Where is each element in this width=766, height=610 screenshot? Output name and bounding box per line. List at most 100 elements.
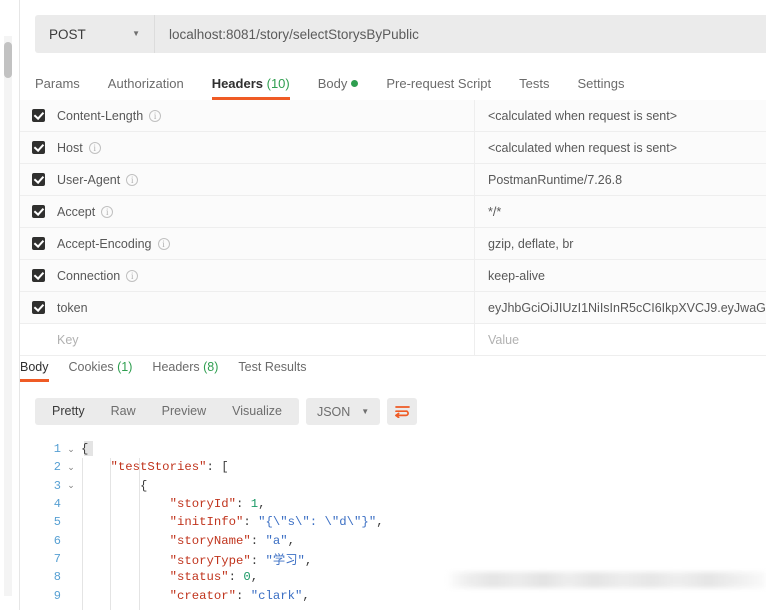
header-key-text: Accept-Encoding [57, 237, 152, 251]
checkbox-checked-icon[interactable] [32, 269, 45, 282]
http-method-label: POST [49, 27, 86, 42]
header-value-cell[interactable]: Value [475, 324, 766, 356]
code-line-content: { [81, 479, 147, 493]
request-tab-count: (10) [263, 76, 290, 91]
header-row[interactable]: Accepti */* [20, 196, 766, 228]
header-key-cell[interactable]: token [57, 292, 475, 324]
response-tabs: Body Cookies (1) Headers (8) Test Results [20, 360, 755, 386]
view-mode-preview[interactable]: Preview [149, 398, 219, 425]
response-tab-test-results[interactable]: Test Results [238, 360, 306, 382]
code-line-content: "initInfo": "{\"s\": \"d\"}", [81, 515, 384, 529]
left-scrollbar-thumb[interactable] [4, 42, 12, 78]
request-tab-label: Body [318, 76, 348, 91]
header-key-text: Accept [57, 205, 95, 219]
header-key-text: Key [57, 333, 79, 347]
checkbox-checked-icon[interactable] [32, 301, 45, 314]
code-line-content: "creator": "clark", [81, 589, 310, 603]
header-enabled-checkbox-cell[interactable] [20, 109, 57, 122]
headers-table: Content-Lengthi<calculated when request … [20, 100, 766, 356]
header-key-cell[interactable]: User-Agent i [57, 164, 475, 196]
code-line-number: 4 [35, 497, 61, 511]
header-key-cell[interactable]: Hosti [57, 132, 475, 164]
header-row[interactable]: Content-Lengthi <calculated when request … [20, 100, 766, 132]
wrap-text-icon [395, 405, 410, 418]
header-value-text: <calculated when request is sent> [488, 109, 677, 123]
request-tab-label: Tests [519, 76, 549, 91]
info-icon[interactable]: i [126, 174, 138, 186]
header-enabled-checkbox-cell[interactable] [20, 205, 57, 218]
info-icon[interactable]: i [126, 270, 138, 282]
checkbox-checked-icon[interactable] [32, 173, 45, 186]
request-tab-headers[interactable]: Headers (10) [212, 76, 290, 100]
view-mode-raw[interactable]: Raw [98, 398, 149, 425]
code-line: 4 "storyId": 1, [35, 495, 750, 513]
request-tab-authorization[interactable]: Authorization [108, 76, 184, 100]
response-tab-count: (8) [200, 360, 219, 374]
header-value-cell[interactable]: <calculated when request is sent> [475, 100, 766, 132]
body-present-dot-icon [351, 80, 358, 87]
code-line-content: "status": 0, [81, 570, 258, 584]
header-row[interactable]: Connectionikeep-alive [20, 260, 766, 292]
info-icon[interactable]: i [89, 142, 101, 154]
code-line: 9 "creator": "clark", [35, 586, 750, 604]
response-format-selector[interactable]: JSON ▼ [306, 398, 380, 425]
response-tab-cookies[interactable]: Cookies (1) [69, 360, 133, 382]
response-tab-headers[interactable]: Headers (8) [152, 360, 218, 382]
request-tab-params[interactable]: Params [35, 76, 80, 100]
header-key-cell[interactable]: Connectioni [57, 260, 475, 292]
header-key-cell[interactable]: Accepti [57, 196, 475, 228]
response-tab-label: Cookies [69, 360, 114, 374]
request-tab-body[interactable]: Body [318, 76, 359, 100]
request-url-input[interactable]: localhost:8081/story/selectStorysByPubli… [155, 15, 766, 53]
header-row[interactable]: User-Agent i PostmanRuntime/7.26.8 [20, 164, 766, 196]
header-enabled-checkbox-cell[interactable] [20, 141, 57, 154]
request-tab-settings[interactable]: Settings [577, 76, 624, 100]
info-icon[interactable]: i [101, 206, 113, 218]
header-key-cell[interactable]: Accept-Encoding i [57, 228, 475, 260]
info-icon[interactable]: i [149, 110, 161, 122]
header-value-cell[interactable]: <calculated when request is sent> [475, 132, 766, 164]
header-row[interactable]: Accept-Encoding i gzip, deflate, br [20, 228, 766, 260]
header-value-cell[interactable]: gzip, deflate, br [475, 228, 766, 260]
chevron-down-icon[interactable]: ⌄ [61, 462, 81, 473]
code-line-number: 8 [35, 570, 61, 584]
request-tab-pre-request-script[interactable]: Pre-request Script [386, 76, 491, 100]
header-enabled-checkbox-cell[interactable] [20, 173, 57, 186]
header-enabled-checkbox-cell[interactable] [20, 301, 57, 314]
header-key-cell[interactable]: Content-Lengthi [57, 100, 475, 132]
header-value-cell[interactable]: */* [475, 196, 766, 228]
view-mode-pretty[interactable]: Pretty [39, 398, 98, 425]
chevron-down-icon[interactable]: ⌄ [61, 480, 81, 491]
info-icon[interactable]: i [158, 238, 170, 250]
header-key-text: User-Agent [57, 173, 120, 187]
header-row[interactable]: Key Value [20, 324, 766, 356]
checkbox-checked-icon[interactable] [32, 205, 45, 218]
checkbox-checked-icon[interactable] [32, 141, 45, 154]
chevron-down-icon[interactable]: ⌄ [61, 444, 81, 455]
header-enabled-checkbox-cell[interactable] [20, 269, 57, 282]
header-enabled-checkbox-cell[interactable] [20, 237, 57, 250]
request-tab-label: Pre-request Script [386, 76, 491, 91]
code-line-number: 5 [35, 515, 61, 529]
postman-window: POST ▼ localhost:8081/story/selectStorys… [0, 0, 766, 610]
view-mode-visualize[interactable]: Visualize [219, 398, 295, 425]
checkbox-checked-icon[interactable] [32, 109, 45, 122]
request-tab-tests[interactable]: Tests [519, 76, 549, 100]
checkbox-checked-icon[interactable] [32, 237, 45, 250]
code-line-number: 6 [35, 534, 61, 548]
header-key-cell[interactable]: Key [57, 324, 475, 356]
header-value-text: */* [488, 205, 501, 219]
left-scrollbar-track[interactable] [4, 36, 12, 596]
code-line-number: 9 [35, 589, 61, 603]
response-tab-body[interactable]: Body [20, 360, 49, 382]
header-value-cell[interactable]: eyJhbGciOiJIUzI1NiIsInR5cCI6IkpXVCJ9.eyJ… [475, 292, 766, 324]
header-value-cell[interactable]: PostmanRuntime/7.26.8 [475, 164, 766, 196]
wrap-text-button[interactable] [387, 398, 417, 425]
code-line-content: "testStories": [ [81, 460, 229, 474]
http-method-selector[interactable]: POST ▼ [35, 15, 155, 53]
response-tab-label: Headers [152, 360, 199, 374]
header-key-text: Host [57, 141, 83, 155]
header-row[interactable]: Hosti<calculated when request is sent> [20, 132, 766, 164]
header-row[interactable]: tokeneyJhbGciOiJIUzI1NiIsInR5cCI6IkpXVCJ… [20, 292, 766, 324]
header-value-cell[interactable]: keep-alive [475, 260, 766, 292]
